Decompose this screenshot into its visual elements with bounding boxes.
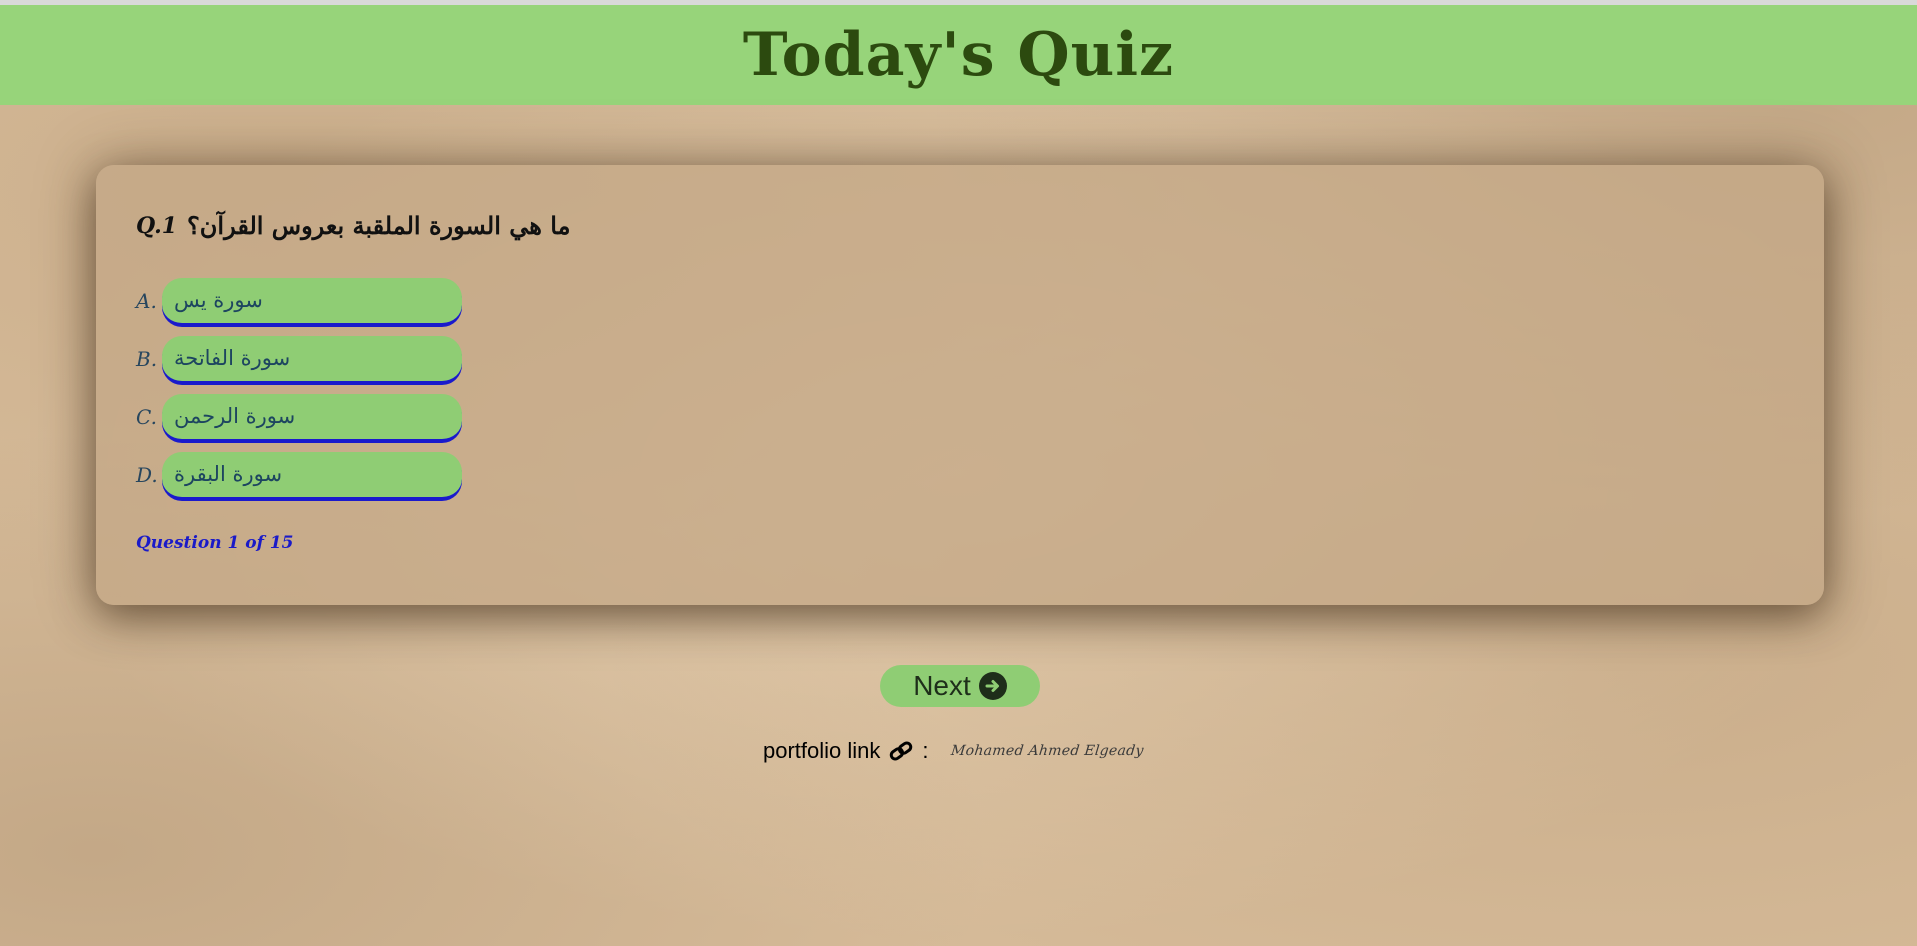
author-link[interactable]: Mohamed Ahmed Elgeady (950, 743, 1144, 759)
option-d: D. سورة البقرة (136, 451, 462, 499)
option-letter: D. (136, 463, 158, 487)
portfolio-label: portfolio link (763, 738, 881, 763)
option-text: سورة الرحمن (174, 404, 296, 428)
page-header: Today's Quiz (0, 5, 1917, 105)
quiz-card: Q.1 ما هي السورة الملقبة بعروس القرآن؟ A… (96, 165, 1824, 605)
question-progress: Question 1 of 15 (136, 533, 294, 553)
footer: portfolio link : Mohamed Ahmed Elgeady (763, 738, 1144, 764)
link-icon[interactable] (888, 741, 914, 761)
option-letter: B. (136, 347, 158, 371)
option-c: C. سورة الرحمن (136, 393, 462, 441)
option-letter: C. (136, 405, 157, 429)
option-text: سورة يس (174, 288, 263, 312)
option-a: A. سورة يس (136, 277, 462, 325)
option-d-button[interactable]: سورة البقرة (162, 451, 462, 499)
next-button-label: Next (913, 670, 971, 701)
next-button[interactable]: Next (880, 665, 1040, 707)
option-text: سورة البقرة (174, 462, 283, 486)
page-title: Today's Quiz (742, 20, 1175, 90)
option-text: سورة الفاتحة (174, 346, 291, 370)
option-b: B. سورة الفاتحة (136, 335, 462, 383)
footer-separator: : (922, 738, 929, 763)
question-number: Q.1 (136, 212, 178, 239)
question-text: ما هي السورة الملقبة بعروس القرآن؟ (187, 211, 571, 240)
option-a-button[interactable]: سورة يس (162, 277, 462, 325)
arrow-circle-right-icon (978, 672, 1007, 700)
question: Q.1 ما هي السورة الملقبة بعروس القرآن؟ (136, 211, 570, 240)
option-c-button[interactable]: سورة الرحمن (162, 393, 462, 441)
option-b-button[interactable]: سورة الفاتحة (162, 335, 462, 383)
options-list: A. سورة يس B. سورة الفاتحة C. سورة الرحم… (136, 277, 462, 509)
option-letter: A. (136, 289, 157, 313)
